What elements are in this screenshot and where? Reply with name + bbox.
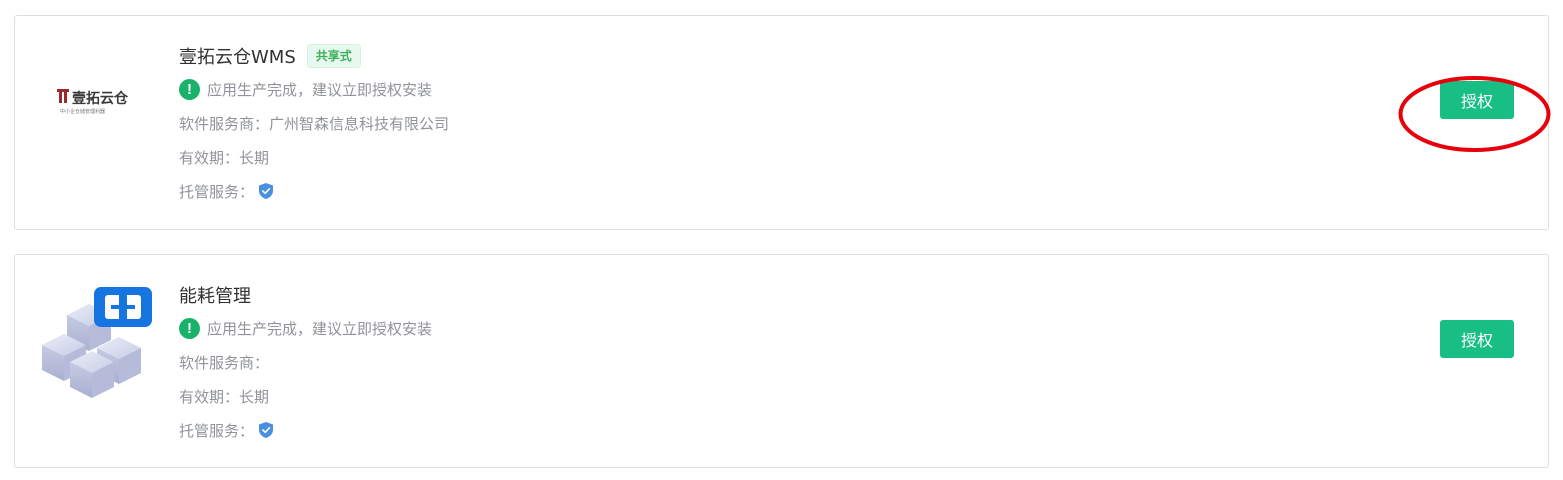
- logo-subtext: 中小企仓储管理利器: [60, 108, 105, 115]
- status-text: 应用生产完成，建议立即授权安装: [207, 319, 433, 338]
- app-card: 能耗管理 ! 应用生产完成，建议立即授权安装 软件服务商： 有效期： 长期 托管…: [14, 254, 1549, 468]
- app-card: 壹拓云仓 中小企仓储管理利器 壹拓云仓WMS 共享式 ! 应用生产完成，建议立即…: [14, 15, 1551, 230]
- mode-tag: 共享式: [306, 44, 361, 68]
- shield-check-icon: [258, 182, 274, 200]
- validity-value: 长期: [239, 387, 270, 406]
- red-circle-annotation: [1398, 76, 1551, 152]
- provider-value: 广州智森信息科技有限公司: [269, 114, 450, 133]
- status-text: 应用生产完成，建议立即授权安装: [207, 80, 433, 99]
- validity-value: 长期: [239, 148, 270, 167]
- hosting-label: 托管服务：: [179, 182, 255, 201]
- shield-check-icon: [258, 421, 274, 439]
- hosting-label: 托管服务：: [179, 421, 255, 440]
- app-title: 壹拓云仓WMS: [179, 47, 296, 68]
- status-alert-icon: !: [179, 317, 200, 339]
- validity-label: 有效期：: [179, 387, 240, 406]
- app-title: 能耗管理: [179, 286, 251, 307]
- provider-label: 软件服务商：: [179, 353, 270, 372]
- status-alert-icon: !: [179, 78, 200, 100]
- app-logo: 壹拓云仓 中小企仓储管理利器: [55, 86, 145, 126]
- validity-label: 有效期：: [179, 148, 240, 167]
- app-info: 壹拓云仓WMS 共享式 ! 应用生产完成，建议立即授权安装 软件服务商： 广州智…: [179, 42, 449, 208]
- cube-logo: [39, 279, 159, 399]
- authorize-button[interactable]: 授权: [1440, 320, 1514, 358]
- logo-text: 壹拓云仓: [72, 90, 129, 107]
- app-info: 能耗管理 ! 应用生产完成，建议立即授权安装 软件服务商： 有效期： 长期 托管…: [179, 281, 432, 447]
- provider-label: 软件服务商：: [179, 114, 270, 133]
